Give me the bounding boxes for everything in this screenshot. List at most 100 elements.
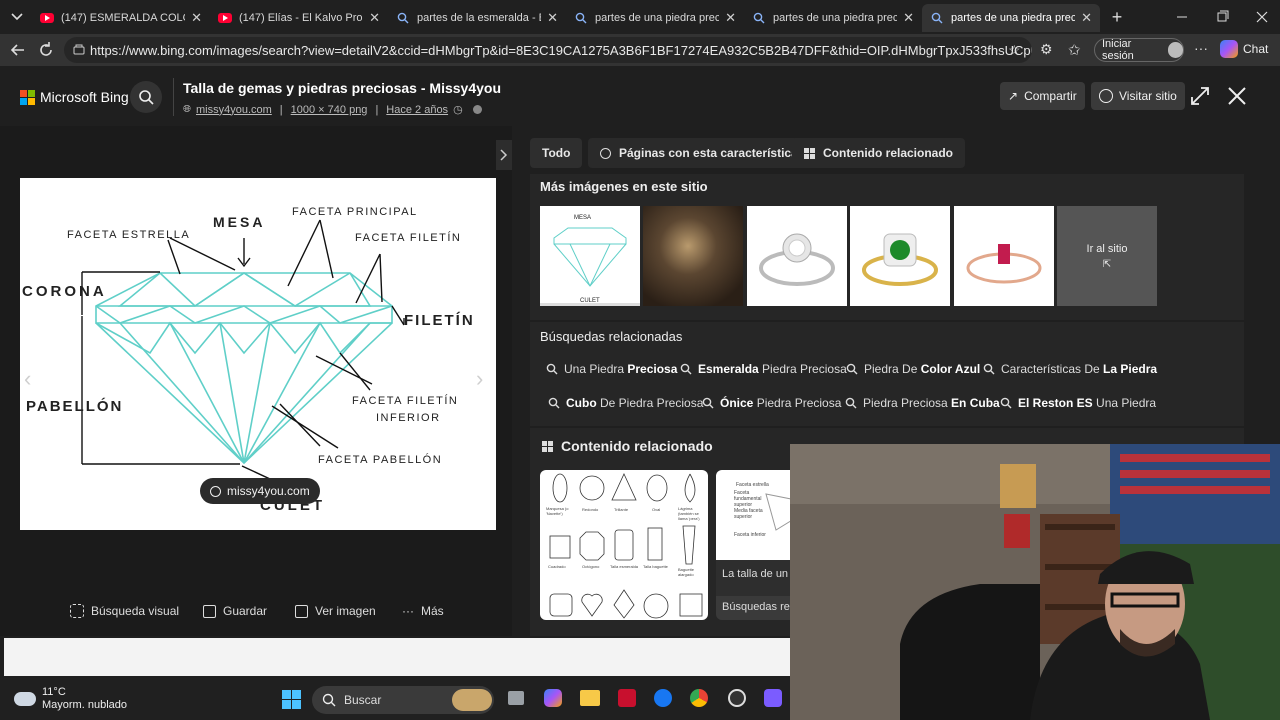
visit-site-button[interactable]: Visitar sitio — [1091, 82, 1185, 110]
site-info-icon[interactable] — [72, 43, 86, 60]
image-viewer-panel: MESA FACETA PRINCIPAL FACETA ESTRELLA FA… — [0, 126, 512, 636]
site-thumb-diagram[interactable]: MESA CULET — [540, 206, 640, 306]
mcafee-icon[interactable] — [618, 689, 636, 707]
tab-todo[interactable]: Todo — [530, 138, 583, 168]
prev-image-arrow[interactable]: ‹ — [24, 366, 31, 392]
close-icon[interactable]: ✕ — [369, 10, 380, 26]
related-search-chip[interactable]: Esmeralda Piedra Preciosa — [680, 362, 847, 376]
new-tab-button[interactable]: + — [1106, 6, 1128, 28]
share-button[interactable]: ↗ Compartir — [1000, 82, 1085, 110]
chevron-right-icon — [500, 149, 508, 161]
favorite-star-icon[interactable]: ☆ — [1008, 42, 1021, 59]
tab-3[interactable]: partes de la esmeralda - Búsq ✕ — [388, 4, 566, 32]
chrome-icon[interactable] — [690, 689, 708, 707]
related-search-chip[interactable]: Características De La Piedra — [983, 362, 1157, 376]
more-icon: ··· — [402, 604, 414, 618]
site-thumb-ring-emerald[interactable] — [850, 206, 950, 306]
related-search-text: Características De — [1001, 362, 1104, 376]
tab-paginas[interactable]: Páginas con esta característica — [588, 138, 810, 168]
tab-4[interactable]: partes de una piedra preciosa ✕ — [566, 4, 744, 32]
view-image-button[interactable]: Ver imagen — [295, 604, 376, 618]
favorites-icon[interactable]: ✩ — [1068, 41, 1081, 59]
collapse-panel-button[interactable] — [496, 140, 512, 170]
tab-contenido[interactable]: Contenido relacionado — [792, 138, 966, 168]
shape-label: Talla baguette — [643, 564, 668, 569]
related-search-chip[interactable]: Una Piedra Preciosa — [546, 362, 677, 376]
bing-logo[interactable]: Microsoft Bing — [20, 89, 129, 105]
tab-2[interactable]: (147) Elías - El Kalvo Prod. Hip ✕ — [210, 4, 388, 32]
close-icon[interactable]: ✕ — [903, 10, 914, 26]
file-explorer-icon[interactable] — [580, 690, 600, 706]
shape-label: Octógono — [582, 564, 600, 569]
address-bar[interactable]: https://www.bing.com/images/search?view=… — [64, 37, 1032, 63]
tab-actions-button[interactable] — [6, 7, 28, 27]
search-button[interactable] — [130, 81, 162, 113]
windows-logo-icon — [282, 690, 291, 699]
visit-label: Visitar sitio — [1119, 89, 1177, 103]
svg-text:MESA: MESA — [574, 215, 591, 221]
start-button[interactable] — [282, 690, 301, 709]
expand-button[interactable] — [1190, 86, 1210, 111]
next-image-arrow[interactable]: › — [476, 366, 483, 392]
source-watermark-badge[interactable]: missy4you.com — [200, 478, 320, 504]
tab-5[interactable]: partes de una piedra preciosa ✕ — [744, 4, 922, 32]
close-icon[interactable]: ✕ — [1081, 10, 1092, 26]
related-search-chip[interactable]: Ónice Piedra Preciosa — [702, 396, 841, 410]
address-toolbar: https://www.bing.com/images/search?view=… — [0, 34, 1280, 66]
copilot-taskbar-icon[interactable] — [544, 689, 562, 707]
tab-6-active[interactable]: partes de una piedra preciosa ✕ — [922, 4, 1100, 32]
signin-button[interactable]: Iniciar sesión — [1094, 38, 1184, 62]
facebook-icon[interactable] — [654, 689, 672, 707]
more-actions-button[interactable]: ··· Más — [402, 604, 444, 618]
weather-widget[interactable]: 11°C Mayorm. nublado — [14, 686, 127, 712]
visual-search-button[interactable]: Búsqueda visual — [70, 604, 179, 618]
related-card-shapes[interactable]: Marquesa (o 'Navette') Redondo Trillante… — [540, 470, 708, 620]
search-icon — [548, 397, 560, 409]
related-search-bold: Ónice — [720, 396, 754, 410]
share-label: Compartir — [1024, 89, 1077, 103]
obs-icon[interactable] — [728, 689, 746, 707]
source-link[interactable]: missy4you.com — [196, 104, 272, 116]
maximize-button[interactable] — [1210, 8, 1234, 26]
history-icon: ◷ — [453, 104, 463, 116]
site-thumb-ring-silver[interactable] — [747, 206, 847, 306]
close-window-button[interactable] — [1250, 8, 1274, 26]
search-icon — [680, 363, 692, 375]
related-search-text: Piedra De — [864, 362, 921, 376]
tab-1[interactable]: (147) ESMERALDA COLOMBIA ✕ — [32, 4, 210, 32]
task-view-icon[interactable] — [508, 691, 524, 705]
app-icon[interactable] — [764, 689, 782, 707]
related-search-chip[interactable]: Piedra Preciosa En Cuba — [845, 396, 1000, 410]
close-icon[interactable]: ✕ — [725, 10, 736, 26]
minimize-button[interactable] — [1170, 8, 1194, 26]
shape-label: Oval — [652, 507, 661, 512]
gem-diagram-image[interactable]: MESA FACETA PRINCIPAL FACETA ESTRELLA FA… — [20, 178, 496, 530]
related-search-chip[interactable]: Cubo De Piedra Preciosa — [548, 396, 703, 410]
close-icon[interactable]: ✕ — [191, 10, 202, 26]
close-icon[interactable]: ✕ — [547, 10, 558, 26]
save-label: Guardar — [223, 604, 268, 618]
tab-5-label: partes de una piedra preciosa — [773, 12, 898, 24]
taskbar-search[interactable]: Buscar — [312, 686, 494, 714]
copilot-chat-button[interactable]: Chat — [1220, 40, 1268, 58]
avatar — [1168, 42, 1183, 58]
related-search-chip[interactable]: El Reston ES Una Piedra — [1000, 396, 1156, 410]
save-button[interactable]: Guardar — [203, 604, 267, 618]
related-search-chip[interactable]: Piedra De Color Azul — [846, 362, 980, 376]
image-age[interactable]: Hace 2 años — [386, 104, 448, 116]
image-dimensions[interactable]: 1000 × 740 png — [291, 104, 368, 116]
related-content-header: Contenido relacionado — [542, 438, 713, 454]
thumb-diagram-drawing: MESA CULET — [553, 215, 627, 303]
url-text: https://www.bing.com/images/search?view=… — [90, 42, 1032, 58]
extensions-icon[interactable]: ⚙ — [1040, 41, 1053, 58]
refresh-button[interactable] — [36, 40, 56, 60]
shape-label: Redondo — [582, 507, 599, 512]
goto-site-tile[interactable]: Ir al sitio ⇱ — [1057, 206, 1157, 306]
info-icon[interactable] — [472, 105, 482, 114]
image-title[interactable]: Talla de gemas y piedras preciosas - Mis… — [183, 80, 501, 96]
site-thumb-cutting[interactable] — [643, 206, 743, 306]
site-thumb-ring-ruby[interactable] — [954, 206, 1054, 306]
back-button[interactable] — [8, 40, 28, 60]
more-menu-icon[interactable]: ··· — [1194, 40, 1208, 56]
close-detail-button[interactable] — [1227, 86, 1247, 111]
